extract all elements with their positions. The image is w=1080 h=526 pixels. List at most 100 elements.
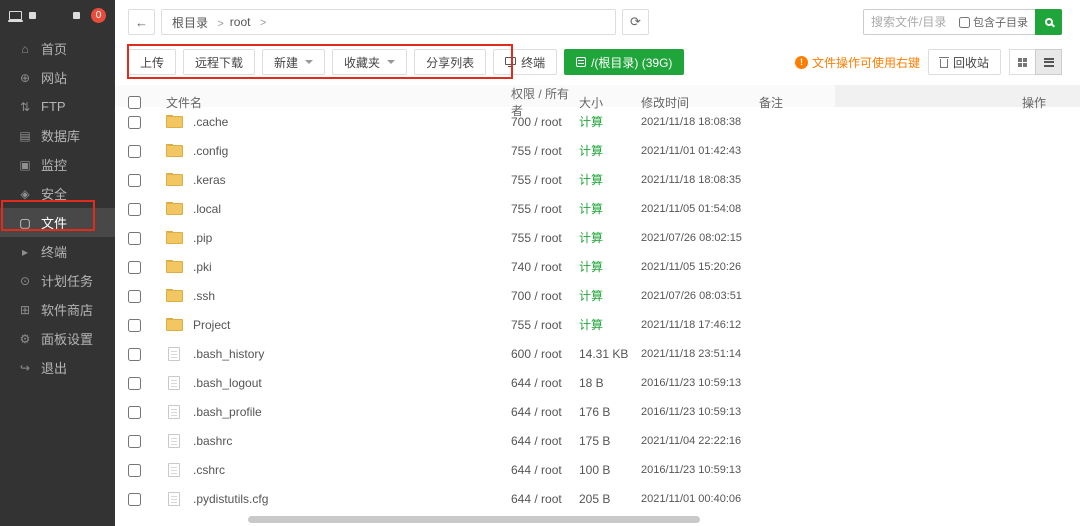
table-row[interactable]: .keras 755 / root 计算 2021/11/18 18:08:35	[115, 165, 1080, 194]
row-checkbox[interactable]	[128, 377, 141, 390]
column-header-mtime[interactable]: 修改时间	[641, 94, 759, 111]
sidebar-item-terminal[interactable]: ▸ 终端	[0, 237, 115, 266]
file-size-value[interactable]: 18 B	[579, 376, 641, 390]
sidebar-item-cron[interactable]: ⊙ 计划任务	[0, 266, 115, 295]
message-count-badge[interactable]: 0	[91, 8, 106, 23]
file-size-value[interactable]: 计算	[579, 171, 641, 188]
file-size-value[interactable]: 计算	[579, 258, 641, 275]
file-name[interactable]: .bashrc	[193, 434, 232, 448]
breadcrumb-item[interactable]: 根目录	[172, 16, 208, 30]
file-name[interactable]: .cshrc	[193, 463, 225, 477]
file-name[interactable]: .pki	[193, 260, 212, 274]
row-checkbox[interactable]	[128, 174, 141, 187]
sidebar-item-appstore[interactable]: ⊞ 软件商店	[0, 295, 115, 324]
terminal-button[interactable]: 终端	[493, 49, 557, 75]
table-row[interactable]: .cache 700 / root 计算 2021/11/18 18:08:38	[115, 107, 1080, 136]
table-row[interactable]: Project 755 / root 计算 2021/11/18 17:46:1…	[115, 310, 1080, 339]
table-row[interactable]: .pki 740 / root 计算 2021/11/05 15:20:26	[115, 252, 1080, 281]
file-size-value[interactable]: 计算	[579, 229, 641, 246]
sidebar-item-settings[interactable]: ⚙ 面板设置	[0, 324, 115, 353]
breadcrumb-item[interactable]: root	[230, 15, 251, 29]
table-row[interactable]: .pydistutils.cfg 644 / root 205 B 2021/1…	[115, 484, 1080, 513]
column-header-size[interactable]: 大小	[579, 94, 641, 111]
upload-button[interactable]: 上传	[128, 49, 176, 75]
row-checkbox[interactable]	[128, 116, 141, 129]
table-row[interactable]: .cshrc 644 / root 100 B 2016/11/23 10:59…	[115, 455, 1080, 484]
grid-view-button[interactable]	[1009, 49, 1036, 75]
file-size-value[interactable]: 14.31 KB	[579, 347, 641, 361]
modified-time-value: 2021/11/18 17:46:12	[641, 319, 759, 331]
sidebar-item-home[interactable]: ⌂ 首页	[0, 34, 115, 63]
files-icon: ▢	[18, 216, 32, 230]
row-checkbox[interactable]	[128, 319, 141, 332]
refresh-button[interactable]: ⟳	[622, 9, 649, 35]
column-header-perm-owner[interactable]: 权限 / 所有者	[511, 85, 579, 119]
file-name[interactable]: .local	[193, 202, 221, 216]
file-name[interactable]: .bash_history	[193, 347, 264, 361]
file-name[interactable]: Project	[193, 318, 230, 332]
table-row[interactable]: .pip 755 / root 计算 2021/07/26 08:02:15	[115, 223, 1080, 252]
logout-icon: ↪	[18, 361, 32, 375]
file-name[interactable]: .keras	[193, 173, 226, 187]
row-checkbox[interactable]	[128, 348, 141, 361]
file-icon	[168, 463, 180, 477]
table-row[interactable]: .bash_profile 644 / root 176 B 2016/11/2…	[115, 397, 1080, 426]
sidebar-item-website[interactable]: ⊕ 网站	[0, 63, 115, 92]
row-checkbox[interactable]	[128, 493, 141, 506]
file-size-value[interactable]: 205 B	[579, 492, 641, 506]
file-size-value[interactable]: 计算	[579, 287, 641, 304]
file-name[interactable]: .bash_profile	[193, 405, 262, 419]
file-name[interactable]: .ssh	[193, 289, 215, 303]
sidebar-item-logout[interactable]: ↪ 退出	[0, 353, 115, 382]
table-row[interactable]: .bash_history 600 / root 14.31 KB 2021/1…	[115, 339, 1080, 368]
row-checkbox[interactable]	[128, 406, 141, 419]
select-all-checkbox[interactable]	[128, 96, 141, 109]
remote-download-button[interactable]: 远程下载	[183, 49, 255, 75]
file-name[interactable]: .cache	[193, 115, 228, 129]
column-header-name[interactable]: 文件名	[166, 94, 511, 111]
file-name[interactable]: .pydistutils.cfg	[193, 492, 268, 506]
table-row[interactable]: .local 755 / root 计算 2021/11/05 01:54:08	[115, 194, 1080, 223]
search-input[interactable]	[871, 15, 954, 29]
back-button[interactable]: ←	[128, 9, 155, 35]
list-view-button[interactable]	[1035, 49, 1062, 75]
file-size-value[interactable]: 175 B	[579, 434, 641, 448]
file-size-value[interactable]: 100 B	[579, 463, 641, 477]
favorites-menu-button[interactable]: 收藏夹	[332, 49, 407, 75]
include-subdir-checkbox[interactable]	[959, 17, 970, 28]
file-size-value[interactable]: 计算	[579, 142, 641, 159]
sidebar-item-security[interactable]: ◈ 安全	[0, 179, 115, 208]
row-checkbox[interactable]	[128, 464, 141, 477]
row-checkbox[interactable]	[128, 232, 141, 245]
root-directory-button[interactable]: /(根目录) (39G)	[564, 49, 684, 75]
recycle-bin-button[interactable]: 回收站	[928, 49, 1001, 75]
file-size-value[interactable]: 计算	[579, 200, 641, 217]
row-checkbox[interactable]	[128, 435, 141, 448]
share-list-button[interactable]: 分享列表	[414, 49, 486, 75]
sidebar-item-ftp[interactable]: ⇅ FTP	[0, 92, 115, 121]
sidebar: 0 ⌂ 首页 ⊕ 网站 ⇅ FTP ▤ 数据库 ▣ 监控	[0, 0, 115, 526]
file-name[interactable]: .config	[193, 144, 228, 158]
file-name[interactable]: .pip	[193, 231, 212, 245]
include-subdir-option[interactable]: 包含子目录	[959, 14, 1028, 30]
new-menu-button[interactable]: 新建	[262, 49, 325, 75]
file-name[interactable]: .bash_logout	[193, 376, 262, 390]
table-row[interactable]: .bash_logout 644 / root 18 B 2016/11/23 …	[115, 368, 1080, 397]
file-size-value[interactable]: 计算	[579, 316, 641, 333]
search-button[interactable]	[1035, 9, 1062, 35]
row-checkbox[interactable]	[128, 261, 141, 274]
sidebar-item-files[interactable]: ▢ 文件	[0, 208, 115, 237]
sidebar-item-database[interactable]: ▤ 数据库	[0, 121, 115, 150]
row-checkbox[interactable]	[128, 203, 141, 216]
table-row[interactable]: .bashrc 644 / root 175 B 2021/11/04 22:2…	[115, 426, 1080, 455]
sidebar-item-monitor[interactable]: ▣ 监控	[0, 150, 115, 179]
perm-owner-value: 740 / root	[511, 260, 579, 274]
table-row[interactable]: .ssh 700 / root 计算 2021/07/26 08:03:51	[115, 281, 1080, 310]
file-size-value[interactable]: 176 B	[579, 405, 641, 419]
search-box: 包含子目录	[863, 9, 1035, 35]
row-checkbox[interactable]	[128, 290, 141, 303]
row-checkbox[interactable]	[128, 145, 141, 158]
file-size-value[interactable]: 计算	[579, 113, 641, 130]
horizontal-scrollbar-thumb[interactable]	[248, 516, 700, 523]
table-row[interactable]: .config 755 / root 计算 2021/11/01 01:42:4…	[115, 136, 1080, 165]
